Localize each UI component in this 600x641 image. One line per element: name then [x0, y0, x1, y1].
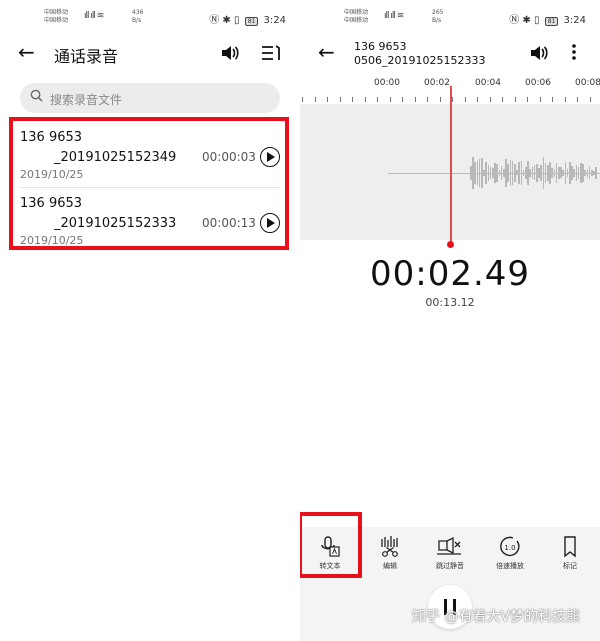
watermark: 知乎 @有着大V梦的科技熊	[412, 609, 581, 625]
status-right: Ⓝ ✱ ▯ 81 3:24	[209, 11, 286, 26]
status-bar: 中国移动 中国移动 ıll ıll ≋ 436 B/s Ⓝ ✱ ▯ 81 3:24	[0, 0, 300, 34]
speed-playback-button[interactable]: 1.0 倍速播放	[485, 535, 535, 579]
bookmark-button[interactable]: 标记	[545, 535, 595, 579]
timeline-label: 00:06	[525, 78, 551, 88]
speaker-volume-icon[interactable]	[529, 44, 549, 62]
tool-label: 倍速播放	[496, 562, 524, 570]
tool-label: 跳过静音	[436, 562, 464, 570]
highlight-box	[9, 117, 289, 250]
network-speed: 436 B/s	[132, 9, 144, 24]
ruler-tick	[477, 97, 478, 102]
ruler-tick	[464, 97, 466, 102]
vibrate-icon: ▯	[234, 15, 240, 26]
ruler-tick	[439, 97, 441, 102]
ruler-tick	[502, 97, 503, 102]
network-speed: 265 B/s	[432, 9, 444, 24]
ruler-tick	[352, 97, 353, 102]
sort-menu-icon[interactable]	[261, 44, 281, 62]
ruler-tick	[589, 97, 591, 102]
svg-text:1.0: 1.0	[504, 544, 515, 552]
page-title: 通话录音	[54, 47, 119, 66]
ruler-tick	[389, 97, 391, 102]
playhead[interactable]	[450, 86, 452, 244]
search-placeholder: 搜索录音文件	[50, 93, 123, 107]
battery-icon: 81	[544, 17, 559, 26]
vibrate-icon: ▯	[534, 15, 540, 26]
bluetooth-icon: ✱	[222, 15, 231, 26]
recording-number: 136 9653	[354, 40, 407, 53]
ruler-tick	[489, 97, 491, 102]
search-input[interactable]: 搜索录音文件	[20, 83, 280, 113]
total-time: 00:13.12	[425, 296, 475, 309]
ruler-tick	[302, 97, 303, 102]
timeline-label: 00:02	[424, 78, 450, 88]
ruler-tick	[514, 97, 516, 102]
bookmark-icon	[564, 536, 576, 558]
clock: 3:24	[263, 15, 286, 26]
battery-icon: 81	[244, 17, 259, 26]
app-bar: ← 通话录音	[0, 36, 300, 70]
recording-filename: 0506_20191025152333	[354, 54, 486, 67]
skip-silence-button[interactable]: 跳过静音	[425, 535, 475, 579]
ruler-tick	[402, 97, 403, 102]
status-bar: 中国移动 中国移动 ıll ıll ≋ 265 B/s Ⓝ ✱ ▯ 81 3:24	[300, 0, 600, 34]
recordings-list-screen: 中国移动 中国移动 ıll ıll ≋ 436 B/s Ⓝ ✱ ▯ 81 3:24 …	[0, 0, 300, 641]
tool-label: 编辑	[383, 562, 397, 570]
nfc-icon: Ⓝ	[509, 15, 520, 26]
speed-playback-icon: 1.0	[500, 536, 520, 557]
speaker-volume-icon[interactable]	[220, 44, 240, 62]
skip-silence-icon	[437, 536, 461, 555]
timeline-label: 00:08	[575, 78, 600, 88]
more-options-icon[interactable]	[570, 43, 578, 61]
search-icon	[30, 89, 43, 102]
waveform-bar	[595, 166, 597, 180]
back-arrow-icon[interactable]: ←	[318, 40, 335, 64]
carrier-label: 中国移动 中国移动	[344, 9, 369, 24]
ruler-tick	[577, 97, 578, 102]
ruler-tick	[552, 97, 553, 102]
signal-icon: ıll ıll ≋	[384, 11, 404, 21]
ruler-tick	[427, 97, 428, 102]
current-time: 00:02.49	[369, 254, 531, 294]
timeline-label: 00:00	[374, 78, 400, 88]
ruler-tick	[327, 97, 328, 102]
ruler-tick	[414, 97, 416, 102]
tool-label: 标记	[563, 562, 577, 570]
ruler-tick	[314, 97, 316, 102]
ruler-tick	[364, 97, 366, 102]
nfc-icon: Ⓝ	[209, 15, 220, 26]
edit-button[interactable]: 编辑	[365, 535, 415, 579]
edit-waveform-icon	[381, 536, 398, 557]
status-right: Ⓝ ✱ ▯ 81 3:24	[509, 11, 586, 26]
playhead-handle[interactable]	[447, 241, 454, 248]
ruler-tick	[564, 97, 566, 102]
ruler-tick	[377, 97, 378, 102]
ruler-tick	[452, 97, 453, 102]
highlight-box	[300, 512, 362, 578]
back-arrow-icon[interactable]: ←	[18, 40, 35, 64]
ruler-tick	[527, 97, 528, 102]
carrier-label: 中国移动 中国移动	[44, 9, 69, 24]
clock: 3:24	[563, 15, 586, 26]
player-screen: 中国移动 中国移动 ıll ıll ≋ 265 B/s Ⓝ ✱ ▯ 81 3:24 …	[300, 0, 600, 641]
timeline-label: 00:04	[475, 78, 501, 88]
bluetooth-icon: ✱	[522, 15, 531, 26]
signal-icon: ıll ıll ≋	[84, 11, 104, 21]
ruler-tick	[339, 97, 341, 102]
ruler-tick	[539, 97, 541, 102]
